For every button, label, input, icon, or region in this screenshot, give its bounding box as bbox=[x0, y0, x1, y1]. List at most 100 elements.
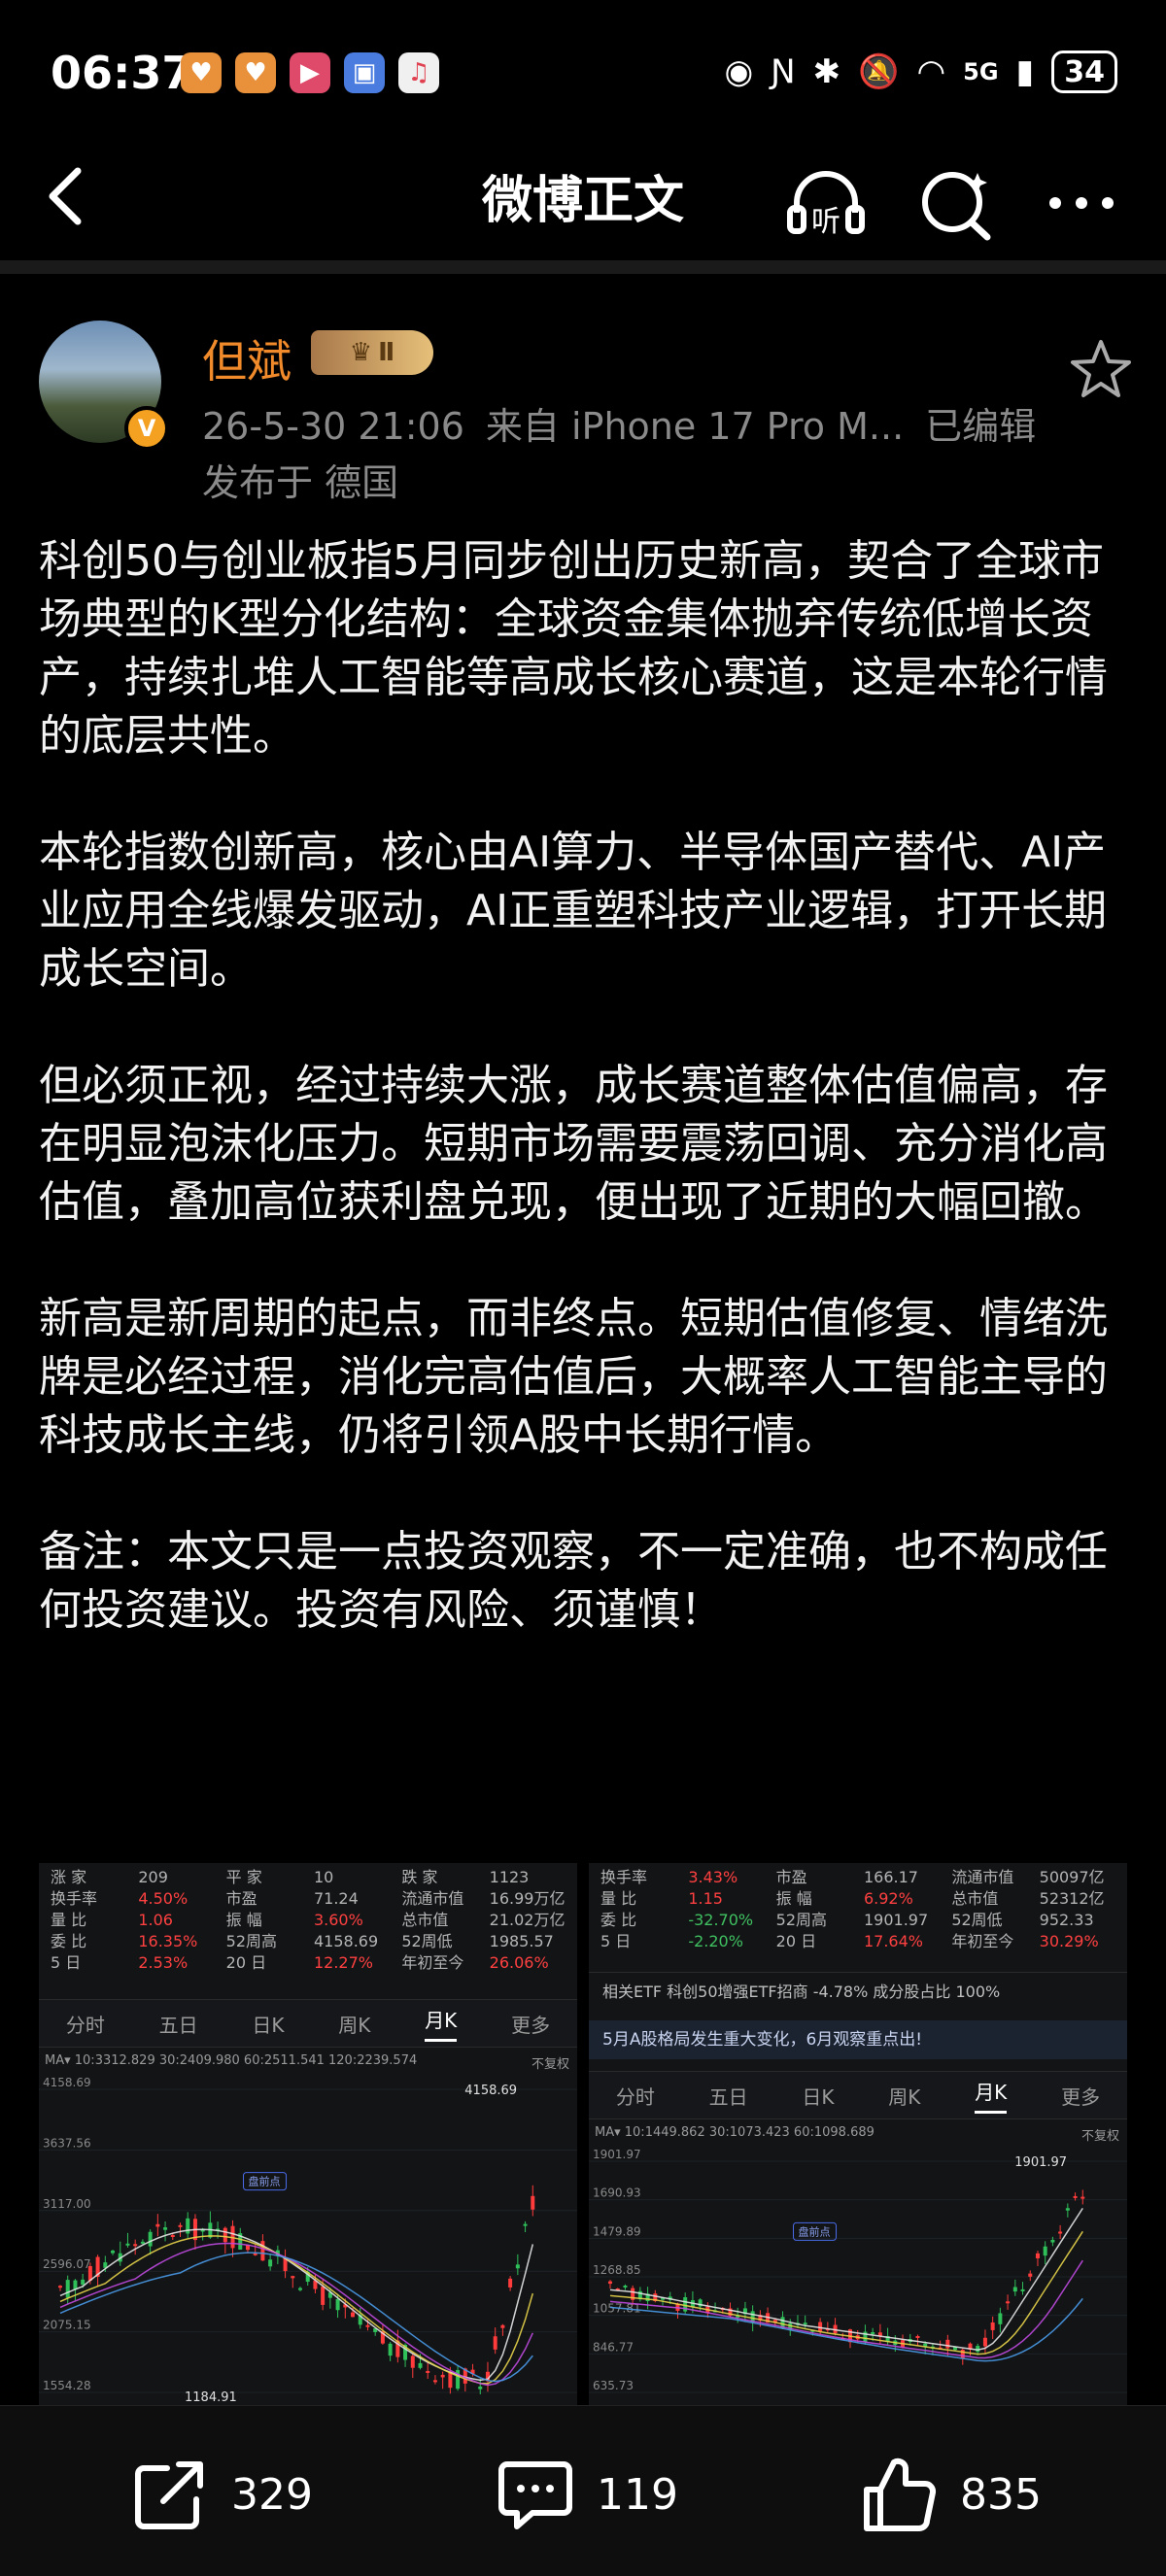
network-label: 5G bbox=[963, 58, 999, 85]
stats-row: 委 比 16.35% 52周高 4158.69 52周低 1985.57 bbox=[39, 1931, 577, 1952]
candle-body bbox=[410, 2356, 415, 2368]
candle-body bbox=[1073, 2195, 1078, 2198]
chart-tab[interactable]: 分时 bbox=[616, 2082, 655, 2110]
chart-tab[interactable]: 日K bbox=[252, 2010, 284, 2038]
stat-value: 952.33 bbox=[1039, 1911, 1094, 1929]
candle-body bbox=[58, 2286, 62, 2288]
candle-body bbox=[81, 2279, 86, 2286]
chart-tab[interactable]: 更多 bbox=[511, 2010, 550, 2038]
listen-icon[interactable]: 听 bbox=[782, 159, 870, 247]
post-paragraph-1: 科创50与创业板指5月同步创出历史新高，契合了全球市场典型的K型分化结构：全球资… bbox=[39, 536, 1108, 761]
stat-value: 12.27% bbox=[313, 1953, 373, 1972]
chart-tab[interactable]: 月K bbox=[425, 2005, 458, 2042]
more-icon[interactable] bbox=[1038, 159, 1125, 247]
post-image-2[interactable]: 换手率 3.43% 市盈 166.17 流通市值 50097亿量 比 1.15 振 幅 6.92… bbox=[589, 1863, 1127, 2405]
id-app-icon: ▣ bbox=[344, 52, 385, 93]
y-axis-label: 1479.89 bbox=[593, 2224, 641, 2238]
notice-banner: 5月A股格局发生重大变化，6月观察重点出! bbox=[589, 2020, 1127, 2059]
candle-body bbox=[515, 2264, 520, 2269]
candle-body bbox=[500, 2324, 505, 2328]
kline-chart: 1901.971690.931479.891268.851057.81846.7… bbox=[589, 2148, 1127, 2393]
stat-value: 17.64% bbox=[863, 1932, 923, 1950]
stat-label: 跌 家 bbox=[401, 1868, 438, 1886]
nfc-icon: Ɲ bbox=[771, 52, 796, 91]
listen-label: 听 bbox=[811, 205, 840, 239]
nav-divider bbox=[0, 260, 1166, 274]
stat-label: 市盈 bbox=[775, 1868, 807, 1886]
stat-label: 量 比 bbox=[51, 1911, 87, 1929]
stat-value: 6.92% bbox=[863, 1889, 913, 1908]
stat-label: 换手率 bbox=[600, 1868, 648, 1886]
candle-body bbox=[1012, 2287, 1017, 2292]
favorite-star-icon[interactable] bbox=[1067, 336, 1135, 404]
candle-body bbox=[268, 2259, 273, 2267]
chart-tab[interactable]: 更多 bbox=[1061, 2082, 1100, 2110]
stat-value: 4158.69 bbox=[313, 1932, 379, 1950]
y-axis-label: 635.73 bbox=[593, 2379, 634, 2392]
chart-tab[interactable]: 五日 bbox=[159, 2010, 198, 2038]
stat-value: 1.06 bbox=[138, 1911, 173, 1929]
candle-body bbox=[291, 2276, 295, 2279]
heart-app-icon-2: ♥ bbox=[235, 52, 276, 93]
stats-row: 换手率 3.43% 市盈 166.17 流通市值 50097亿 bbox=[589, 1867, 1127, 1888]
stat-value: 3.60% bbox=[313, 1911, 363, 1929]
candle-body bbox=[155, 2223, 160, 2227]
candle-body bbox=[478, 2386, 483, 2390]
author-name[interactable]: 但斌 bbox=[202, 326, 292, 390]
battery-level: 34 bbox=[1064, 54, 1105, 89]
level-badge: ♛ Ⅱ bbox=[311, 330, 433, 375]
post-datetime: 26-5-30 21:06 bbox=[202, 405, 464, 448]
stat-value: 16.99万亿 bbox=[489, 1889, 566, 1908]
verified-badge: V bbox=[124, 406, 169, 451]
candle-body bbox=[186, 2218, 190, 2234]
post-image-1[interactable]: 涨 家 209 平 家 10 跌 家 1123 换手率 4.50% 市盈 71.24 流通市值 16.… bbox=[39, 1863, 577, 2405]
stat-label: 总市值 bbox=[401, 1911, 449, 1929]
post-paragraph-4: 新高是新周期的起点，而非终点。短期估值修复、情绪洗牌是必经过程，消化完高估值后，… bbox=[39, 1294, 1108, 1460]
stat-value: 30.29% bbox=[1039, 1932, 1099, 1950]
candle-body bbox=[998, 2313, 1003, 2324]
candle-body bbox=[523, 2223, 528, 2226]
action-bar: 329 119 835 bbox=[0, 2405, 1166, 2576]
candle-body bbox=[260, 2241, 265, 2261]
post-body: 科创50与创业板指5月同步创出历史新高，契合了全球市场典型的K型分化结构：全球资… bbox=[39, 532, 1137, 1698]
wifi-icon: ◠ bbox=[916, 52, 946, 91]
y-axis-label: 2075.15 bbox=[43, 2319, 91, 2332]
stat-label: 流通市值 bbox=[401, 1889, 464, 1908]
comment-button[interactable]: 119 bbox=[494, 2453, 678, 2536]
stat-value: 21.02万亿 bbox=[489, 1911, 566, 1929]
chart-tab[interactable]: 周K bbox=[338, 2010, 370, 2038]
stat-value: 1123 bbox=[489, 1868, 530, 1886]
stat-label: 委 比 bbox=[600, 1911, 637, 1929]
stat-label: 总市值 bbox=[951, 1889, 999, 1908]
chart-tab[interactable]: 日K bbox=[802, 2082, 834, 2110]
stat-label: 振 幅 bbox=[775, 1889, 812, 1908]
search-icon[interactable] bbox=[913, 159, 1001, 247]
ma-line-series bbox=[609, 2230, 1083, 2356]
candle-body bbox=[531, 2195, 535, 2210]
ma-line-series bbox=[609, 2207, 1083, 2351]
stat-value: -32.70% bbox=[688, 1911, 754, 1929]
chart-tab[interactable]: 周K bbox=[888, 2082, 920, 2110]
candle-body bbox=[178, 2224, 183, 2227]
notification-icons: ♥ ♥ ▶ ▣ ♫ bbox=[181, 52, 439, 93]
stats-row: 5 日 -2.20% 20 日 17.64% 年初至今 30.29% bbox=[589, 1931, 1127, 1952]
y-axis-label: 4158.69 bbox=[43, 2076, 91, 2089]
status-time: 06:37 bbox=[51, 47, 193, 99]
candle-body bbox=[915, 2336, 920, 2339]
candle-body bbox=[365, 2324, 370, 2327]
bluetooth-icon: ✱ bbox=[812, 52, 841, 91]
repost-button[interactable]: 329 bbox=[128, 2453, 313, 2536]
post-location: 发布于 德国 bbox=[202, 461, 399, 504]
chart-tab[interactable]: 五日 bbox=[709, 2082, 748, 2110]
stat-value: 1985.57 bbox=[489, 1932, 554, 1950]
candle-body bbox=[298, 2288, 302, 2290]
video-app-icon: ▶ bbox=[290, 52, 330, 93]
chart-tab[interactable]: 分时 bbox=[66, 2010, 105, 2038]
like-button[interactable]: 835 bbox=[857, 2453, 1042, 2536]
candle-body bbox=[65, 2280, 70, 2298]
stat-label: 委 比 bbox=[51, 1932, 87, 1950]
stat-value: 166.17 bbox=[863, 1868, 918, 1886]
ma-line: MA▾ 10:3312.829 30:2409.980 60:2511.541 … bbox=[45, 2053, 418, 2068]
chart-tab[interactable]: 月K bbox=[975, 2077, 1008, 2114]
candle-body bbox=[1028, 2273, 1033, 2277]
